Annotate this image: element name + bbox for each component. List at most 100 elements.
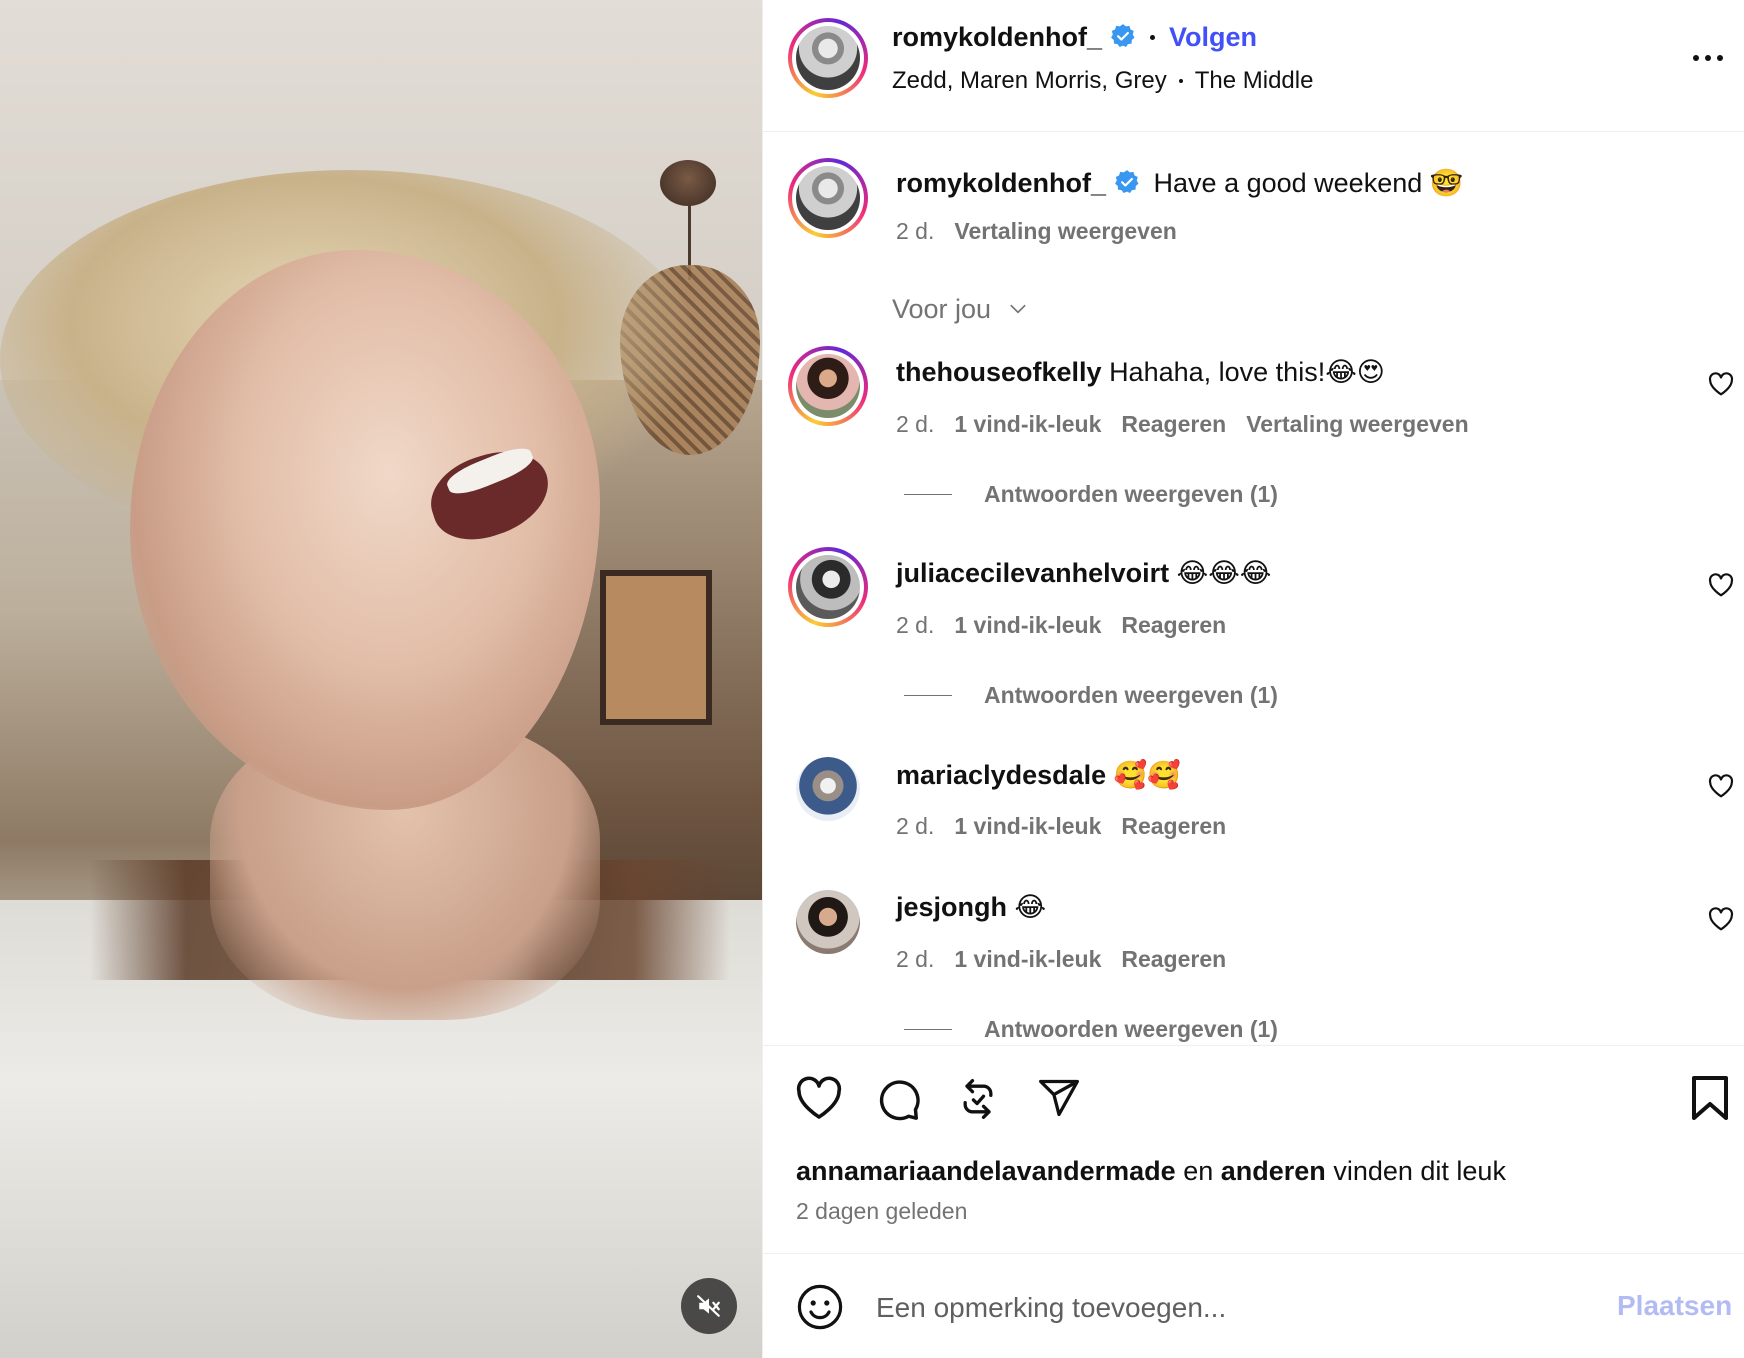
view-replies-button[interactable]: Antwoorden weergeven (1) (904, 1016, 1278, 1043)
header-title-row: romykoldenhof_ Volgen (892, 22, 1257, 54)
audio-artists: Zedd, Maren Morris, Grey (892, 67, 1167, 94)
heart-icon (1708, 573, 1734, 597)
caption-meta: 2 d. Vertaling weergeven (896, 218, 1177, 245)
repost-icon (963, 1079, 993, 1119)
mute-toggle-button[interactable] (681, 1278, 737, 1334)
caption-avatar[interactable] (788, 158, 868, 238)
post-comment-button[interactable]: Plaatsen (1617, 1290, 1732, 1322)
comments-sort-dropdown[interactable]: Voor jou (892, 294, 1031, 325)
comment-username[interactable]: jesjongh (896, 892, 1007, 922)
separator-dot (1150, 35, 1156, 40)
comment-reply-link[interactable]: Reageren (1121, 612, 1226, 638)
comment-likes-link[interactable]: 1 vind-ik-leuk (954, 411, 1101, 437)
like-button[interactable] (795, 1076, 843, 1125)
more-options-icon (1693, 55, 1699, 61)
caption-time[interactable]: 2 d. (896, 218, 934, 244)
comment-text: 🥰🥰 (1113, 760, 1181, 790)
comment-like-button[interactable] (1708, 907, 1734, 936)
video-frame-wall-picture (600, 570, 712, 725)
separator-dot (1178, 79, 1183, 83)
comment-time[interactable]: 2 d. (896, 411, 934, 437)
actions-cover (763, 1046, 1744, 1054)
comment-like-button[interactable] (1708, 774, 1734, 803)
video-frame-face (130, 250, 600, 810)
view-replies-button[interactable]: Antwoorden weergeven (1) (904, 682, 1278, 709)
comment-meta: 2 d. 1 vind-ik-leuk Reageren (896, 813, 1226, 840)
comment-meta: 2 d. 1 vind-ik-leuk Reageren Vertaling weer… (896, 411, 1469, 438)
post-details-panel (762, 0, 1744, 1358)
share-button[interactable] (1036, 1076, 1082, 1125)
save-button[interactable] (1690, 1076, 1730, 1125)
more-options-button[interactable] (1688, 46, 1728, 70)
comment-meta: 2 d. 1 vind-ik-leuk Reageren (896, 612, 1226, 639)
comment-input[interactable] (876, 1286, 1576, 1330)
view-replies-label: Antwoorden weergeven (1) (984, 481, 1278, 507)
view-replies-button[interactable]: Antwoorden weergeven (1) (904, 481, 1278, 508)
comment-avatar[interactable] (788, 346, 868, 426)
likes-summary: annamariaandelavandermade en anderen vin… (796, 1156, 1506, 1187)
comment-time[interactable]: 2 d. (896, 946, 934, 972)
replies-dash (904, 1028, 952, 1030)
comment-reply-link[interactable]: Reageren (1121, 946, 1226, 972)
heart-icon (1708, 774, 1734, 798)
verified-badge-icon (1110, 23, 1136, 54)
comment-button[interactable] (876, 1076, 922, 1127)
likes-summary-connector: en (1183, 1156, 1214, 1186)
comment-text-row: mariaclydesdale 🥰🥰 (896, 759, 1181, 791)
emoji-icon (797, 1284, 843, 1330)
view-replies-label: Antwoorden weergeven (1) (984, 1016, 1278, 1042)
comment-reply-link[interactable]: Reageren (1121, 411, 1226, 437)
comment-text-row: thehouseofkelly Hahaha, love this!😂😍 (896, 357, 1385, 388)
repost-button[interactable] (956, 1076, 1000, 1127)
chevron-down-icon (1010, 304, 1026, 314)
audio-track: The Middle (1194, 67, 1314, 94)
comment-likes-link[interactable]: 1 vind-ik-leuk (954, 612, 1101, 638)
post-timestamp[interactable]: 2 dagen geleden (796, 1198, 967, 1225)
emoji-picker-button[interactable] (796, 1283, 844, 1336)
video-frame-lamp-cap (660, 160, 716, 206)
likes-summary-others[interactable]: anderen (1221, 1156, 1326, 1186)
replies-dash (904, 694, 952, 696)
author-username[interactable]: romykoldenhof_ (892, 22, 1102, 52)
heart-icon (1708, 907, 1734, 931)
view-replies-label: Antwoorden weergeven (1) (984, 682, 1278, 708)
comment-avatar[interactable] (796, 890, 860, 954)
caption-text-row: romykoldenhof_ Have a good weekend 🤓 (896, 167, 1463, 202)
comments-sort-label: Voor jou (892, 294, 992, 324)
comment-text: 😂 (1014, 892, 1047, 922)
header-divider (763, 131, 1744, 132)
caption-translate-link[interactable]: Vertaling weergeven (954, 218, 1176, 244)
audio-attribution[interactable]: Zedd, Maren Morris, Grey The Middle (892, 67, 1313, 95)
likes-summary-suffix: vinden dit leuk (1333, 1156, 1506, 1186)
comment-text: 😂😂😂 (1176, 558, 1272, 588)
comment-time[interactable]: 2 d. (896, 813, 934, 839)
share-icon (1039, 1079, 1079, 1117)
comment-username[interactable]: juliacecilevanhelvoirt (896, 558, 1169, 588)
comment-avatar[interactable] (796, 757, 860, 821)
comment-likes-link[interactable]: 1 vind-ik-leuk (954, 946, 1101, 972)
comment-avatar[interactable] (788, 547, 868, 627)
reel-video[interactable] (0, 0, 762, 1358)
comment-icon (879, 1080, 920, 1121)
heart-icon (1708, 372, 1734, 396)
comment-username[interactable]: thehouseofkelly (896, 357, 1102, 387)
composer-divider (763, 1253, 1744, 1254)
author-avatar[interactable] (788, 18, 868, 98)
caption-username[interactable]: romykoldenhof_ (896, 168, 1106, 198)
comment-text-row: juliacecilevanhelvoirt 😂😂😂 (896, 558, 1271, 589)
post-viewer (0, 0, 1744, 1358)
comment-time[interactable]: 2 d. (896, 612, 934, 638)
comment-like-button[interactable] (1708, 573, 1734, 602)
volume-muted-icon (697, 1295, 720, 1317)
more-options-dot (1705, 55, 1711, 61)
comment-like-button[interactable] (1708, 372, 1734, 401)
likes-summary-user[interactable]: annamariaandelavandermade (796, 1156, 1176, 1186)
follow-button[interactable]: Volgen (1169, 22, 1257, 52)
heart-icon (796, 1076, 842, 1119)
comment-username[interactable]: mariaclydesdale (896, 760, 1106, 790)
comment-meta: 2 d. 1 vind-ik-leuk Reageren (896, 946, 1226, 973)
comment-reply-link[interactable]: Reageren (1121, 813, 1226, 839)
comment-translate-link[interactable]: Vertaling weergeven (1246, 411, 1468, 437)
comment-text: Hahaha, love this!😂😍 (1109, 357, 1385, 387)
comment-likes-link[interactable]: 1 vind-ik-leuk (954, 813, 1101, 839)
